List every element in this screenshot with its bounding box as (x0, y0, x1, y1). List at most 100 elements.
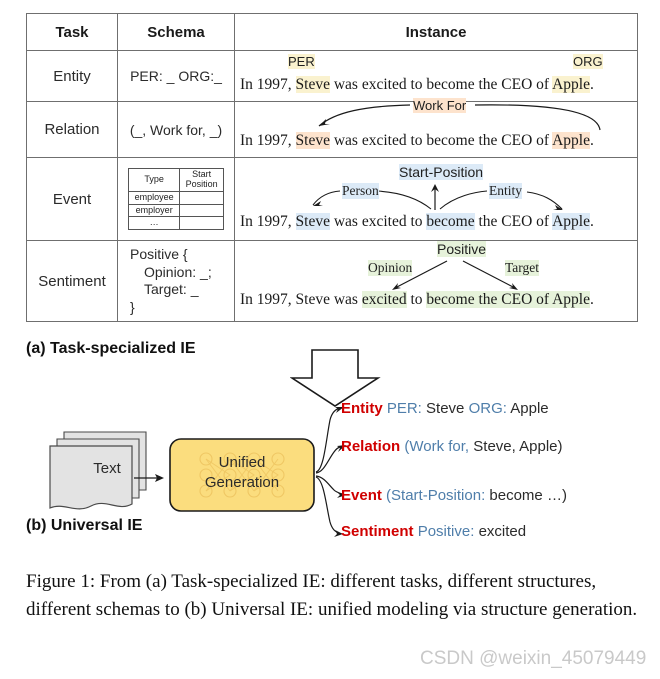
cell-schema-event: Type Start Position employee employer … (117, 157, 235, 241)
label-target: Target (505, 260, 540, 276)
mini-row: … (127, 216, 224, 231)
mini-row: employer (127, 203, 224, 218)
output-task-event: Event (341, 487, 382, 504)
label-start-position: Start-Position (399, 164, 484, 180)
table-row-relation: Relation (_, Work for, _) In 1997, Steve… (26, 98, 638, 158)
sent-part: . (590, 213, 594, 230)
output-value-steve: Steve (426, 400, 465, 417)
table-row-sentiment: Sentiment Positive { Opinion: _; Target:… (26, 240, 638, 322)
fanout-arrows (315, 407, 346, 537)
schema-line: Positive { (130, 246, 188, 262)
mini-header-row: Type Start Position (127, 167, 224, 192)
output-schema-positive: Positive: (417, 523, 475, 540)
table-row-event: Event Type Start Position employee emplo… (26, 157, 638, 241)
cell-task-entity: Entity (26, 50, 118, 102)
cell-task-sentiment: Sentiment (26, 240, 118, 322)
sent-part: In 1997, (240, 213, 296, 230)
output-line-entity: Entity PER: Steve ORG: Apple (341, 400, 549, 417)
schema-line: Opinion: _; (144, 263, 212, 280)
entity-sentence: In 1997, Steve was excited to become the… (240, 76, 594, 94)
mini-cell-empty (179, 216, 224, 231)
mini-cell-ellipsis: … (127, 216, 181, 231)
schema-line: Target: _ (144, 281, 199, 297)
output-value-apple: Apple (510, 400, 549, 417)
event-schema-mini-table: Type Start Position employee employer … (127, 167, 224, 231)
sent-part: the CEO of (474, 213, 553, 230)
label-per: PER (288, 54, 315, 69)
watermark: CSDN @weixin_45079449 (420, 648, 647, 669)
output-schema-start-position: (Start-Position: (386, 487, 486, 504)
sentiment-schema-block: Positive { Opinion: _; Target: _ } (118, 246, 234, 316)
cell-schema-relation: (_, Work for, _) (117, 101, 235, 158)
label-person: Person (342, 183, 379, 199)
mini-cell-employer: employer (127, 203, 181, 218)
column-header-instance: Instance (234, 13, 638, 51)
event-arg-entity: Apple (552, 213, 590, 230)
sent-part: In 1997, (240, 132, 296, 149)
output-line-relation: Relation (Work for, Steve, Apple) (341, 438, 563, 455)
text-box-label: Text (93, 460, 121, 477)
cell-schema-sentiment: Positive { Opinion: _; Target: _ } (117, 240, 235, 322)
entity-mention-org: Apple (552, 76, 590, 93)
sent-part: was excited to become the CEO of (329, 132, 553, 149)
cell-instance-event: In 1997, Steve was excited to become the… (234, 157, 638, 241)
cell-instance-sentiment: In 1997, Steve was excited to become the… (234, 240, 638, 322)
cell-task-event: Event (26, 157, 118, 241)
relation-arg1: Steve (295, 132, 330, 149)
table-row-entity: Entity PER: _ ORG:_ In 1997, Steve was e… (26, 50, 638, 102)
sentiment-sentence: In 1997, Steve was excited to become the… (240, 291, 594, 309)
figure-1: Task Schema Instance Entity PER: _ ORG:_… (0, 0, 660, 679)
sent-part: In 1997, (240, 76, 296, 93)
sentiment-target-span: become the CEO of Apple (426, 291, 590, 308)
mini-cell-empty (179, 203, 224, 218)
model-box-label: Unified Generation (168, 453, 316, 494)
caption-task-specialized: (a) Task-specialized IE (26, 340, 196, 357)
event-sentence: In 1997, Steve was excited to become the… (240, 213, 594, 231)
label-work-for: Work For (413, 98, 467, 113)
output-line-event: Event (Start-Position: become …) (341, 487, 567, 504)
column-header-task: Task (26, 13, 118, 51)
task-specialized-ie-table: Task Schema Instance Entity PER: _ ORG:_… (26, 13, 638, 322)
output-task-sentiment: Sentiment (341, 523, 414, 540)
label-opinion: Opinion (368, 260, 413, 276)
column-header-schema: Schema (117, 13, 235, 51)
arrow-text-to-model (134, 474, 164, 482)
sent-part: . (589, 132, 594, 149)
mini-header-type: Type (127, 167, 181, 192)
output-task-entity: Entity (341, 400, 383, 417)
relation-sentence: In 1997, Steve was excited to become the… (240, 132, 594, 150)
sentiment-arrows (392, 260, 518, 290)
sent-part: was excited to (329, 213, 427, 230)
output-line-sentiment: Sentiment Positive: excited (341, 523, 526, 540)
sent-part: . (589, 291, 594, 308)
cell-instance-relation: In 1997, Steve was excited to become the… (234, 98, 638, 158)
caption-universal-ie: (b) Universal IE (26, 517, 143, 534)
event-trigger: become (426, 213, 475, 230)
sentiment-opinion-span: excited (361, 291, 407, 308)
sent-part: was excited to become the CEO of (329, 76, 553, 93)
schema-line: } (130, 298, 135, 315)
output-schema-per: PER: (386, 400, 422, 417)
mini-cell-employee: employee (127, 190, 181, 205)
cell-instance-entity: In 1997, Steve was excited to become the… (234, 50, 638, 102)
entity-mention-person: Steve (295, 76, 330, 93)
mini-header-start-position: Start Position (179, 167, 224, 192)
label-org: ORG (573, 54, 603, 69)
label-positive: Positive (437, 241, 487, 257)
output-schema-work-for: (Work for, (404, 438, 470, 455)
cell-task-relation: Relation (26, 101, 118, 158)
sent-part: . (589, 76, 594, 93)
event-arg-person: Steve (295, 213, 330, 230)
model-box-label-line1: Unified (218, 454, 266, 471)
table-header-row: Task Schema Instance (26, 13, 638, 51)
output-value-relation-args: Steve, Apple) (473, 438, 563, 455)
output-schema-org: ORG: (468, 400, 507, 417)
cell-schema-entity: PER: _ ORG:_ (117, 50, 235, 102)
output-value-excited: excited (478, 523, 527, 540)
output-value-event-args: become …) (489, 487, 567, 504)
mini-cell-empty (179, 190, 224, 205)
model-box-label-line2: Generation (204, 474, 280, 492)
relation-arg2: Apple (552, 132, 590, 149)
figure-caption: Figure 1: From (a) Task-specialized IE: … (26, 571, 638, 620)
sent-part: In 1997, Steve was (240, 291, 362, 308)
